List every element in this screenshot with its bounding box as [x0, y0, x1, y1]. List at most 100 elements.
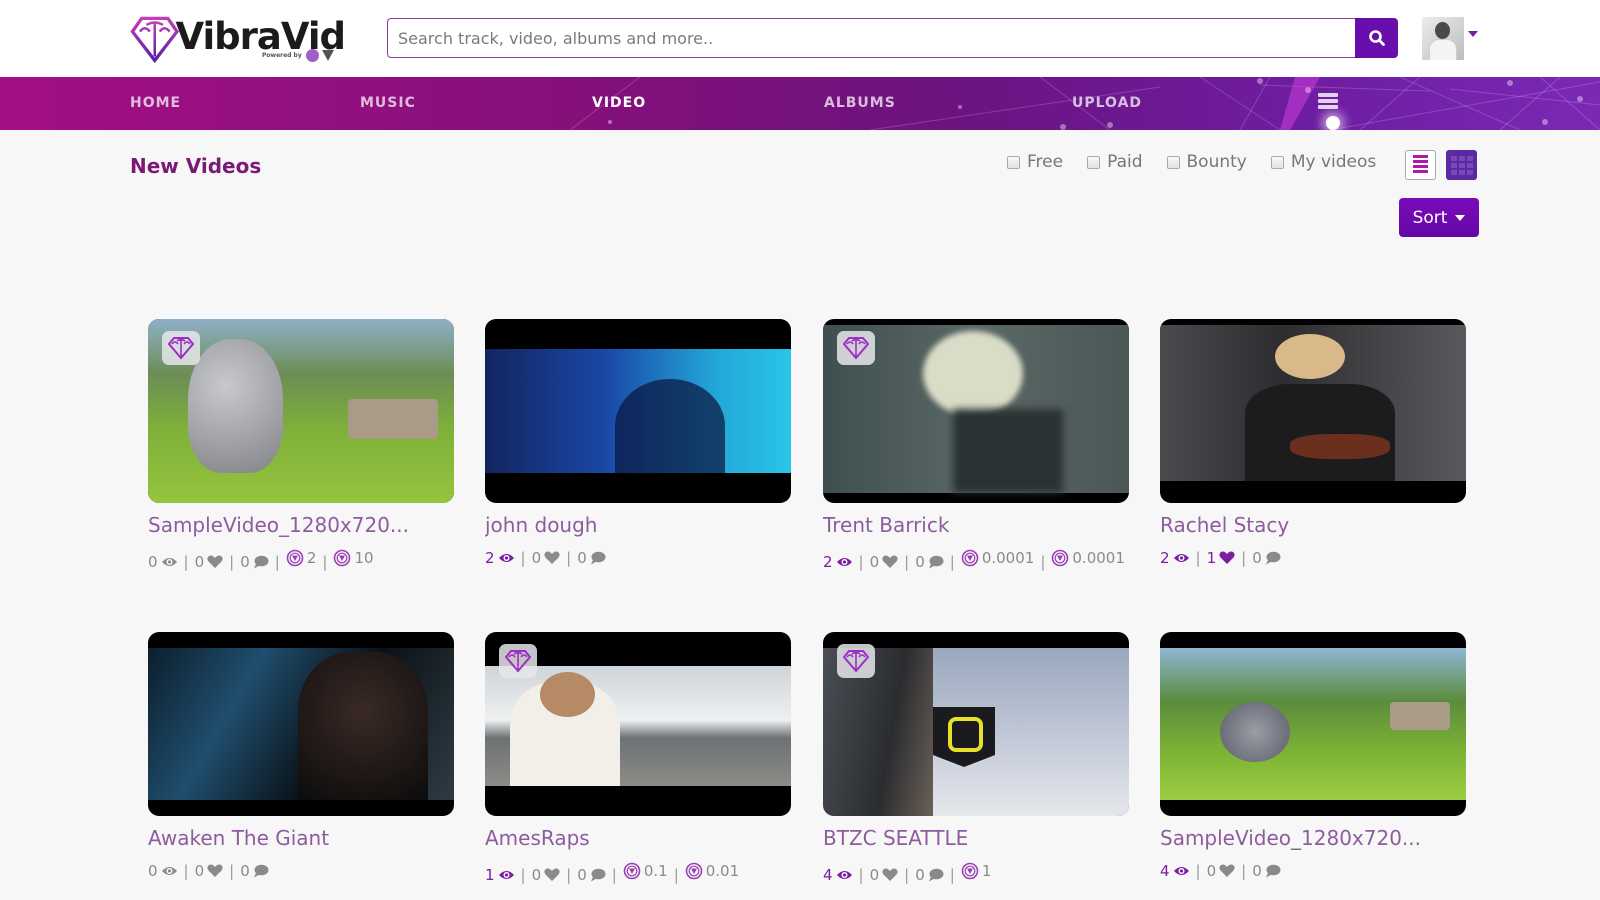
search-input[interactable] — [387, 18, 1355, 58]
views-stat: 2 — [823, 549, 853, 575]
separator: | — [904, 553, 910, 571]
heart-icon — [544, 551, 560, 564]
likes-stat[interactable]: 0 — [1207, 858, 1236, 884]
likes-stat[interactable]: 0 — [532, 545, 561, 571]
search-button[interactable] — [1355, 18, 1398, 58]
filter-bounty[interactable]: Bounty — [1166, 152, 1247, 172]
likes-stat[interactable]: 0 — [195, 858, 224, 884]
video-thumbnail[interactable] — [148, 632, 454, 816]
nav-video[interactable]: VIDEO — [592, 77, 646, 130]
video-card[interactable]: SampleVideo_1280x720... 4 | 0 | 0 — [1160, 632, 1466, 884]
separator: | — [520, 866, 526, 884]
top-header: VibraVid Powered by — [0, 0, 1600, 77]
sort-button[interactable]: Sort — [1399, 198, 1479, 237]
video-title[interactable]: Trent Barrick — [823, 513, 1129, 537]
checkbox[interactable] — [1087, 155, 1101, 169]
list-view-button[interactable] — [1405, 150, 1436, 180]
video-thumbnail[interactable] — [823, 632, 1129, 816]
filter-free[interactable]: Free — [1007, 152, 1063, 172]
hamburger-icon[interactable] — [1318, 93, 1338, 111]
video-stats: 0 | 0 | 0 | 2 | 10 — [148, 545, 454, 575]
separator: | — [183, 553, 189, 571]
caret-down-icon — [1455, 214, 1466, 221]
video-thumbnail[interactable] — [1160, 632, 1466, 816]
video-card[interactable]: john dough 2 | 0 | 0 — [485, 319, 791, 571]
video-card[interactable]: AmesRaps 1 | 0 | 0 | 0.1 | 0.01 — [485, 632, 791, 888]
nav-upload[interactable]: UPLOAD — [1072, 77, 1142, 130]
comments-stat: 0 — [1252, 858, 1281, 884]
heart-icon — [544, 868, 560, 881]
video-card[interactable]: BTZC SEATTLE 4 | 0 | 0 | 1 — [823, 632, 1129, 888]
video-card[interactable]: Trent Barrick 2 | 0 | 0 | 0.0001 | 0.0001 — [823, 319, 1129, 575]
video-title[interactable]: SampleVideo_1280x720... — [1160, 826, 1466, 850]
video-card[interactable]: Rachel Stacy 2 | 1 | 0 — [1160, 319, 1466, 571]
video-stats: 1 | 0 | 0 | 0.1 | 0.01 — [485, 858, 791, 888]
video-card[interactable]: Awaken The Giant 0 | 0 | 0 — [148, 632, 454, 884]
diamond-icon — [843, 337, 869, 360]
comment-icon — [590, 868, 606, 882]
views-stat: 0 — [148, 858, 178, 884]
filter-paid[interactable]: Paid — [1087, 152, 1143, 172]
premium-badge — [837, 331, 875, 365]
video-title[interactable]: BTZC SEATTLE — [823, 826, 1129, 850]
comments-stat: 0 — [577, 862, 606, 888]
comments-stat: 0 — [240, 549, 269, 575]
heart-icon — [882, 555, 898, 568]
video-thumbnail[interactable] — [823, 319, 1129, 503]
video-thumbnail[interactable] — [485, 319, 791, 503]
premium-badge — [162, 331, 200, 365]
heart-icon — [207, 864, 223, 877]
video-title[interactable]: Awaken The Giant — [148, 826, 454, 850]
video-stats: 0 | 0 | 0 — [148, 858, 454, 884]
premium-badge — [499, 644, 537, 678]
separator: | — [949, 553, 955, 571]
coin-stat: 2 — [286, 545, 317, 571]
eye-icon — [498, 554, 514, 562]
video-title[interactable]: Rachel Stacy — [1160, 513, 1466, 537]
coin-stat: 10 — [333, 545, 374, 571]
likes-count: 0 — [869, 866, 880, 884]
separator: | — [229, 862, 235, 880]
user-avatar[interactable] — [1422, 17, 1464, 60]
coin-value: 10 — [354, 549, 374, 567]
eye-icon — [1173, 867, 1189, 875]
separator: | — [673, 866, 679, 884]
coin-value: 1 — [981, 862, 992, 880]
video-thumbnail[interactable] — [148, 319, 454, 503]
heart-icon — [1219, 551, 1235, 564]
checkbox[interactable] — [1007, 155, 1020, 169]
likes-count: 0 — [531, 549, 542, 567]
checkbox[interactable] — [1270, 155, 1284, 169]
nav-music[interactable]: MUSIC — [360, 77, 416, 130]
video-thumbnail[interactable] — [485, 632, 791, 816]
separator: | — [183, 862, 189, 880]
coin-stat: 0.0001 — [1051, 545, 1125, 571]
video-title[interactable]: SampleVideo_1280x720... — [148, 513, 454, 537]
separator: | — [322, 553, 328, 571]
search-icon — [1368, 30, 1385, 46]
nav-albums[interactable]: ALBUMS — [824, 77, 896, 130]
filter-my-videos[interactable]: My videos — [1270, 152, 1376, 172]
likes-stat[interactable]: 0 — [870, 549, 899, 575]
powered-by: Powered by — [262, 49, 334, 62]
nav-home[interactable]: HOME — [130, 77, 181, 130]
grid-view-button[interactable] — [1446, 150, 1477, 180]
caret-down-icon[interactable] — [1468, 31, 1478, 37]
video-thumbnail[interactable] — [1160, 319, 1466, 503]
page-title: New Videos — [130, 154, 262, 178]
coin-icon — [685, 862, 703, 880]
coin-stat: 1 — [961, 858, 992, 884]
eye-icon — [836, 871, 852, 879]
coin-value: 2 — [306, 549, 317, 567]
search-bar — [387, 18, 1398, 58]
video-card[interactable]: SampleVideo_1280x720... 0 | 0 | 0 | 2 | 10 — [148, 319, 454, 575]
likes-stat[interactable]: 1 — [1207, 545, 1236, 571]
likes-stat[interactable]: 0 — [195, 549, 224, 575]
sort-label: Sort — [1412, 207, 1448, 228]
checkbox[interactable] — [1166, 155, 1180, 169]
comments-stat: 0 — [915, 549, 944, 575]
video-title[interactable]: john dough — [485, 513, 791, 537]
video-title[interactable]: AmesRaps — [485, 826, 791, 850]
likes-stat[interactable]: 0 — [532, 862, 561, 888]
likes-stat[interactable]: 0 — [870, 862, 899, 888]
